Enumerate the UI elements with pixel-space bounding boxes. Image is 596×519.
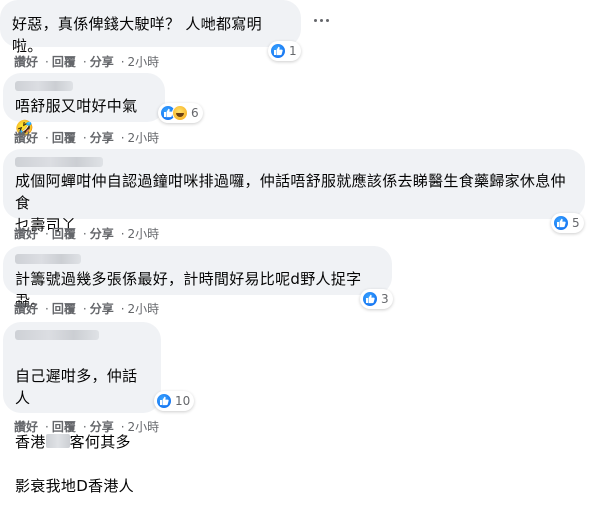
commenter-name-redacted[interactable] <box>15 330 99 340</box>
redacted-text <box>45 434 70 448</box>
comment-actions: 讚好 · 回覆 · 分享 · 2小時 <box>14 227 160 241</box>
comment-bubble: 唔舒服又咁好中氣🤣 <box>3 73 165 137</box>
commenter-name-redacted[interactable] <box>15 81 73 91</box>
reaction-count: 5 <box>572 216 580 230</box>
comment-actions: 讚好 · 回覆 · 分享 · 2小時 <box>14 131 160 145</box>
reaction-summary[interactable]: 3 <box>360 289 393 309</box>
reply-button[interactable]: 回覆 <box>52 55 76 69</box>
commenter-name-redacted[interactable] <box>15 157 103 167</box>
share-button[interactable]: 分享 <box>90 227 114 241</box>
like-reaction-icon <box>362 291 378 307</box>
timestamp[interactable]: 2小時 <box>128 55 160 69</box>
like-button[interactable]: 讚好 <box>14 131 38 145</box>
reaction-count: 3 <box>381 292 389 306</box>
like-reaction-icon <box>156 393 172 409</box>
timestamp[interactable]: 2小時 <box>128 302 160 316</box>
like-button[interactable]: 讚好 <box>14 420 38 434</box>
reaction-summary[interactable]: 10 <box>154 391 195 411</box>
comment-line: 自己遲咁多，仲話人 <box>15 367 138 407</box>
share-button[interactable]: 分享 <box>90 420 114 434</box>
reply-button[interactable]: 回覆 <box>52 302 76 316</box>
comment-bubble: 計籌號過幾多張係最好，計時間好易比呢d野人捉字蝨。 <box>3 246 392 310</box>
comment-actions: 讚好 · 回覆 · 分享 · 2小時 <box>14 55 160 69</box>
haha-reaction-icon <box>172 105 188 121</box>
comment-line: 影衰我地D香港人 <box>15 477 134 495</box>
comment-text: 好惡，真係俾錢大駛咩？ 人哋都寫明啦。 <box>12 15 262 55</box>
like-button[interactable]: 讚好 <box>14 55 38 69</box>
like-reaction-icon <box>270 43 286 59</box>
reaction-count: 6 <box>191 106 199 120</box>
like-reaction-icon <box>553 215 569 231</box>
timestamp[interactable]: 2小時 <box>128 227 160 241</box>
timestamp[interactable]: 2小時 <box>128 131 160 145</box>
timestamp[interactable]: 2小時 <box>128 420 160 434</box>
reaction-count: 1 <box>289 44 297 58</box>
reply-button[interactable]: 回覆 <box>52 227 76 241</box>
share-button[interactable]: 分享 <box>90 55 114 69</box>
reaction-summary[interactable]: 1 <box>268 41 301 61</box>
reaction-summary[interactable]: 5 <box>551 213 584 233</box>
comment-actions: 讚好 · 回覆 · 分享 · 2小時 <box>14 420 160 434</box>
comment-actions: 讚好 · 回覆 · 分享 · 2小時 <box>14 302 160 316</box>
reaction-count: 10 <box>175 394 191 408</box>
share-button[interactable]: 分享 <box>90 302 114 316</box>
reply-button[interactable]: 回覆 <box>52 420 76 434</box>
reaction-summary[interactable]: 6 <box>158 103 203 123</box>
commenter-name-redacted[interactable] <box>15 254 81 264</box>
reply-button[interactable]: 回覆 <box>52 131 76 145</box>
comment-bubble: 自己遲咁多，仲話人 香港 客何其多 影衰我地D香港人 <box>3 322 161 495</box>
like-button[interactable]: 讚好 <box>14 302 38 316</box>
like-button[interactable]: 讚好 <box>14 227 38 241</box>
more-options-icon[interactable] <box>311 10 331 30</box>
comment-bubble: 成個阿蟬咁仲自認過鐘咁咪排過囉，仲話唔舒服就應該係去睇醫生食藥歸家休息仲食 乜壽… <box>3 149 585 234</box>
comment-bubble: 好惡，真係俾錢大駛咩？ 人哋都寫明啦。 <box>0 0 301 55</box>
share-button[interactable]: 分享 <box>90 131 114 145</box>
